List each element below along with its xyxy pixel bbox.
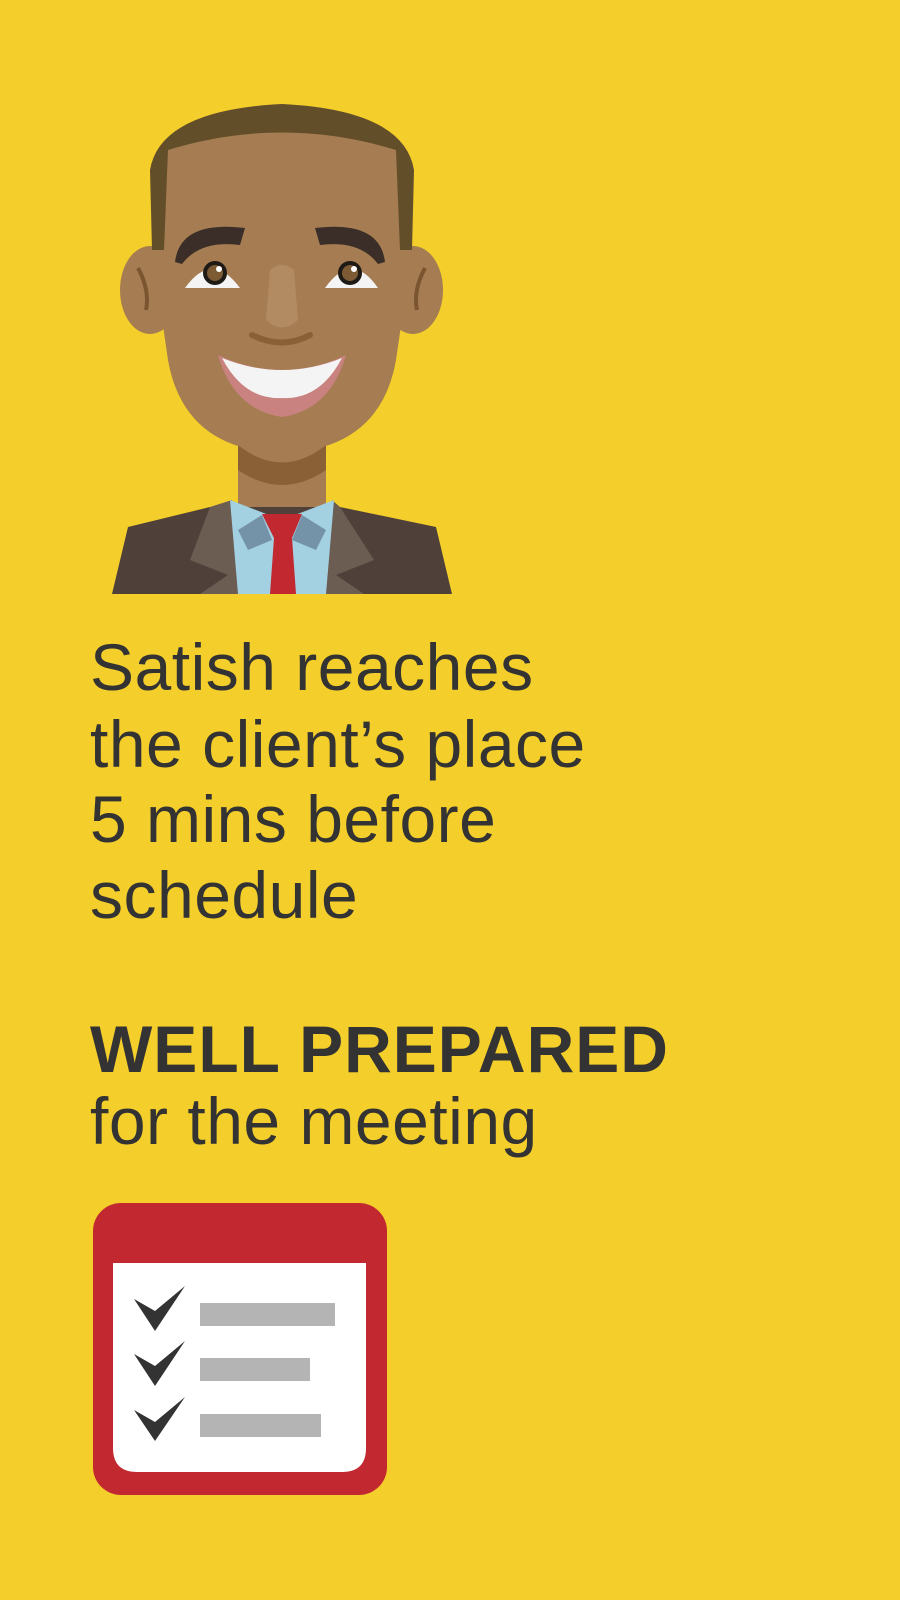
headline-line-3: 5 mins before (90, 782, 497, 856)
headline-line-4: schedule (90, 858, 359, 932)
nose (266, 265, 298, 328)
headline-line-1: Satish reaches (90, 630, 534, 704)
headline-line-2: the client’s place (90, 707, 586, 781)
checklist-bar-1 (200, 1303, 335, 1326)
emphasis-heading: WELL PREPARED (90, 1012, 669, 1086)
emphasis-subtext: for the meeting (90, 1084, 538, 1158)
checklist-icon (93, 1203, 387, 1495)
businessman-avatar (112, 104, 452, 594)
checklist-bar-3 (200, 1414, 321, 1437)
checklist-bar-2 (200, 1358, 310, 1381)
